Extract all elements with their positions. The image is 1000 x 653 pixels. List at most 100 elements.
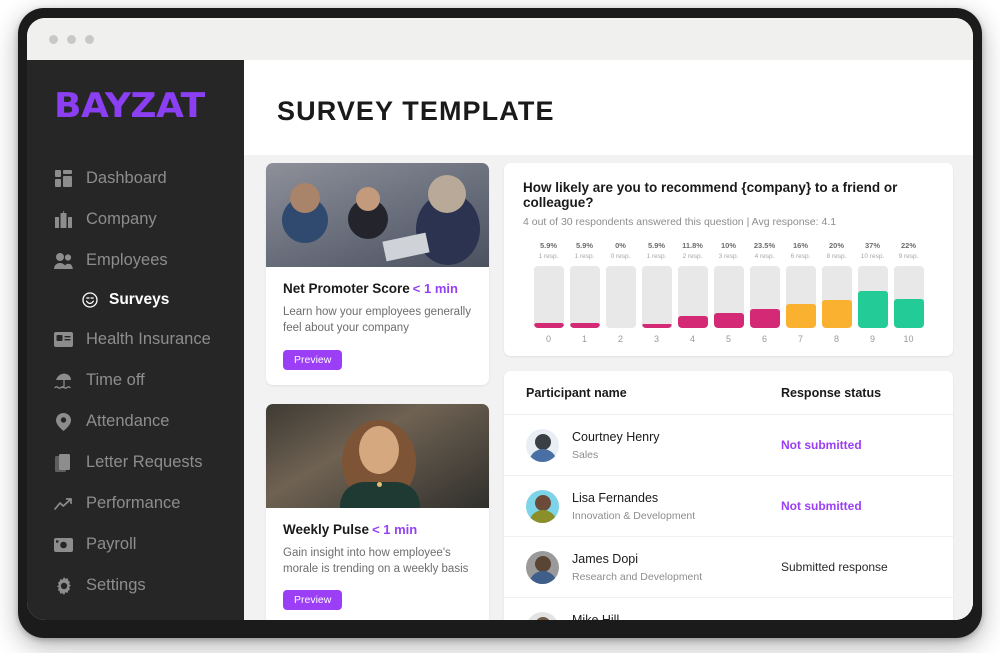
browser-titlebar <box>27 18 973 60</box>
sidebar-item-label: Health Insurance <box>86 330 211 348</box>
bar-x-label: 1 <box>581 334 587 345</box>
bar-percent-label: 5.9% <box>575 241 594 250</box>
bar-track <box>893 266 924 329</box>
participant-department: Research and Development <box>572 570 703 583</box>
sidebar-item-settings[interactable]: Settings <box>27 565 244 606</box>
survey-template-body: Net Promoter Score < 1 min Learn how your… <box>266 267 489 385</box>
preview-button[interactable]: Preview <box>283 590 343 611</box>
table-row[interactable]: Mike HillAccounting and FinanceSubmitted… <box>504 598 953 620</box>
sidebar-item-performance[interactable]: Performance <box>27 483 244 524</box>
dashboard-icon <box>54 169 73 188</box>
bar-column: 11.8% 2 resp. 4 <box>677 241 708 344</box>
column-header-participant-name: Participant name <box>526 385 627 400</box>
status-badge: Not submitted <box>781 499 862 514</box>
bar-x-label: 5 <box>725 334 731 345</box>
table-body: Courtney Henry Sales Not submitted Lisa Fer… <box>504 415 953 620</box>
survey-template-duration: < 1 min <box>372 521 418 537</box>
bar-column: 16% 6 resp. 7 <box>785 241 816 344</box>
device-bezel: BAYZAT Dashboard Company Employees Surve… <box>18 8 982 638</box>
bar-fill <box>677 316 708 329</box>
sidebar: BAYZAT Dashboard Company Employees Surve… <box>27 60 244 620</box>
bar-percent-label: 16% <box>792 241 808 250</box>
sidebar-item-label: Performance <box>86 494 181 512</box>
table-row[interactable]: Courtney Henry Sales Not submitted <box>504 415 953 477</box>
bar-fill <box>641 324 672 329</box>
survey-template-description: Gain insight into how employee's morale … <box>283 546 469 575</box>
survey-template-heading: Weekly Pulse < 1 min <box>283 521 472 539</box>
bar-column: 0% 0 resp. 2 <box>605 241 636 345</box>
bar-column: 10% 3 resp. 5 <box>713 241 744 345</box>
bar-column: 37% 10 resp. 9 <box>857 241 888 344</box>
minimize-window-dot[interactable] <box>67 35 76 44</box>
survey-templates-column: Net Promoter Score < 1 min Learn how your… <box>266 163 489 620</box>
bar-track <box>605 266 636 329</box>
table-header-row: Participant name Response status <box>504 371 953 416</box>
bar-respondents-label: 1 resp. <box>574 253 595 261</box>
avatar <box>526 612 559 620</box>
nps-bar-chart: 5.9% 1 resp. 0 5.9% 1 resp. 1 0% 0 resp. 2 5.9% 1 … <box>523 241 934 345</box>
sidebar-item-surveys[interactable]: Surveys <box>27 281 244 319</box>
bayzat-logo[interactable]: BAYZAT <box>54 86 205 126</box>
survey-results-column: How likely are you to recommend {company… <box>504 163 953 620</box>
bar-respondents-label: 2 resp. <box>682 253 703 261</box>
health-insurance-icon <box>54 330 73 349</box>
table-row[interactable]: James Dopi Research and Development Submit… <box>504 537 953 599</box>
bar-track <box>569 266 600 329</box>
bar-column: 23.5% 4 resp. 6 <box>749 241 780 344</box>
bar-percent-label: 5.9% <box>539 241 558 250</box>
content-body: Net Promoter Score < 1 min Learn how your… <box>244 155 973 620</box>
sidebar-item-time-off[interactable]: Time off <box>27 360 244 401</box>
smiling-woman-photo <box>266 403 489 508</box>
time-off-icon <box>54 371 73 390</box>
chart-subtitle: 4 out of 30 respondents answered this qu… <box>523 216 837 228</box>
participant-info: Courtney Henry Sales <box>572 429 660 462</box>
nps-chart-panel: How likely are you to recommend {company… <box>504 163 953 357</box>
close-window-dot[interactable] <box>49 35 58 44</box>
sidebar-item-employees[interactable]: Employees <box>27 240 244 281</box>
bar-percent-label: 20% <box>828 241 844 250</box>
survey-template-name: Net Promoter Score <box>283 281 410 296</box>
status-badge: Not submitted <box>781 438 862 453</box>
chart-question-title: How likely are you to recommend {company… <box>523 180 898 210</box>
maximize-window-dot[interactable] <box>85 35 94 44</box>
participant-info: Mike HillAccounting and Finance <box>572 612 685 620</box>
bar-respondents-label: 4 resp. <box>754 253 775 261</box>
company-icon <box>54 210 73 229</box>
bar-percent-label: 0% <box>615 241 626 250</box>
sidebar-item-payroll[interactable]: Payroll <box>27 524 244 565</box>
sidebar-item-health-insurance[interactable]: Health Insurance <box>27 319 244 360</box>
sidebar-item-company[interactable]: Company <box>27 199 244 240</box>
bar-column: 5.9% 1 resp. 0 <box>533 241 564 344</box>
preview-button[interactable]: Preview <box>283 349 343 370</box>
survey-template-name: Weekly Pulse <box>283 521 370 537</box>
sidebar-item-dashboard[interactable]: Dashboard <box>27 158 244 199</box>
survey-template-card[interactable]: Weekly Pulse < 1 min Gain insight into ho… <box>266 403 489 620</box>
bar-x-label: 10 <box>903 334 914 345</box>
bar-track <box>533 266 564 329</box>
window-controls <box>49 35 94 44</box>
sidebar-item-label: Dashboard <box>86 169 167 187</box>
sidebar-item-attendance[interactable]: Attendance <box>27 401 244 442</box>
sidebar-item-label: Attendance <box>86 412 170 430</box>
sidebar-item-letter-requests[interactable]: Letter Requests <box>27 442 244 483</box>
bar-respondents-label: 1 resp. <box>646 253 667 261</box>
bar-respondents-label: 10 resp. <box>860 253 885 261</box>
participant-name: Courtney Henry <box>572 429 660 444</box>
column-header-response-status: Response status <box>781 385 882 400</box>
bar-column: 5.9% 1 resp. 3 <box>641 241 672 344</box>
sidebar-item-label: Settings <box>86 576 146 594</box>
table-row[interactable]: Lisa Fernandes Innovation & Development No… <box>504 476 953 538</box>
sidebar-subitem-label: Surveys <box>109 291 170 308</box>
participant-info: James Dopi Research and Development <box>572 551 702 584</box>
sidebar-item-label: Employees <box>86 251 168 269</box>
bar-track <box>749 266 780 329</box>
bar-track <box>821 266 852 329</box>
participant-cell: Courtney Henry Sales <box>526 428 781 462</box>
survey-template-body: Weekly Pulse < 1 min Gain insight into ho… <box>266 508 489 620</box>
avatar <box>526 428 559 462</box>
bar-percent-label: 10% <box>720 241 736 250</box>
bar-x-label: 2 <box>617 334 623 345</box>
bar-fill <box>533 323 564 329</box>
bar-percent-label: 23.5% <box>753 241 776 250</box>
survey-template-card[interactable]: Net Promoter Score < 1 min Learn how your… <box>266 163 489 385</box>
